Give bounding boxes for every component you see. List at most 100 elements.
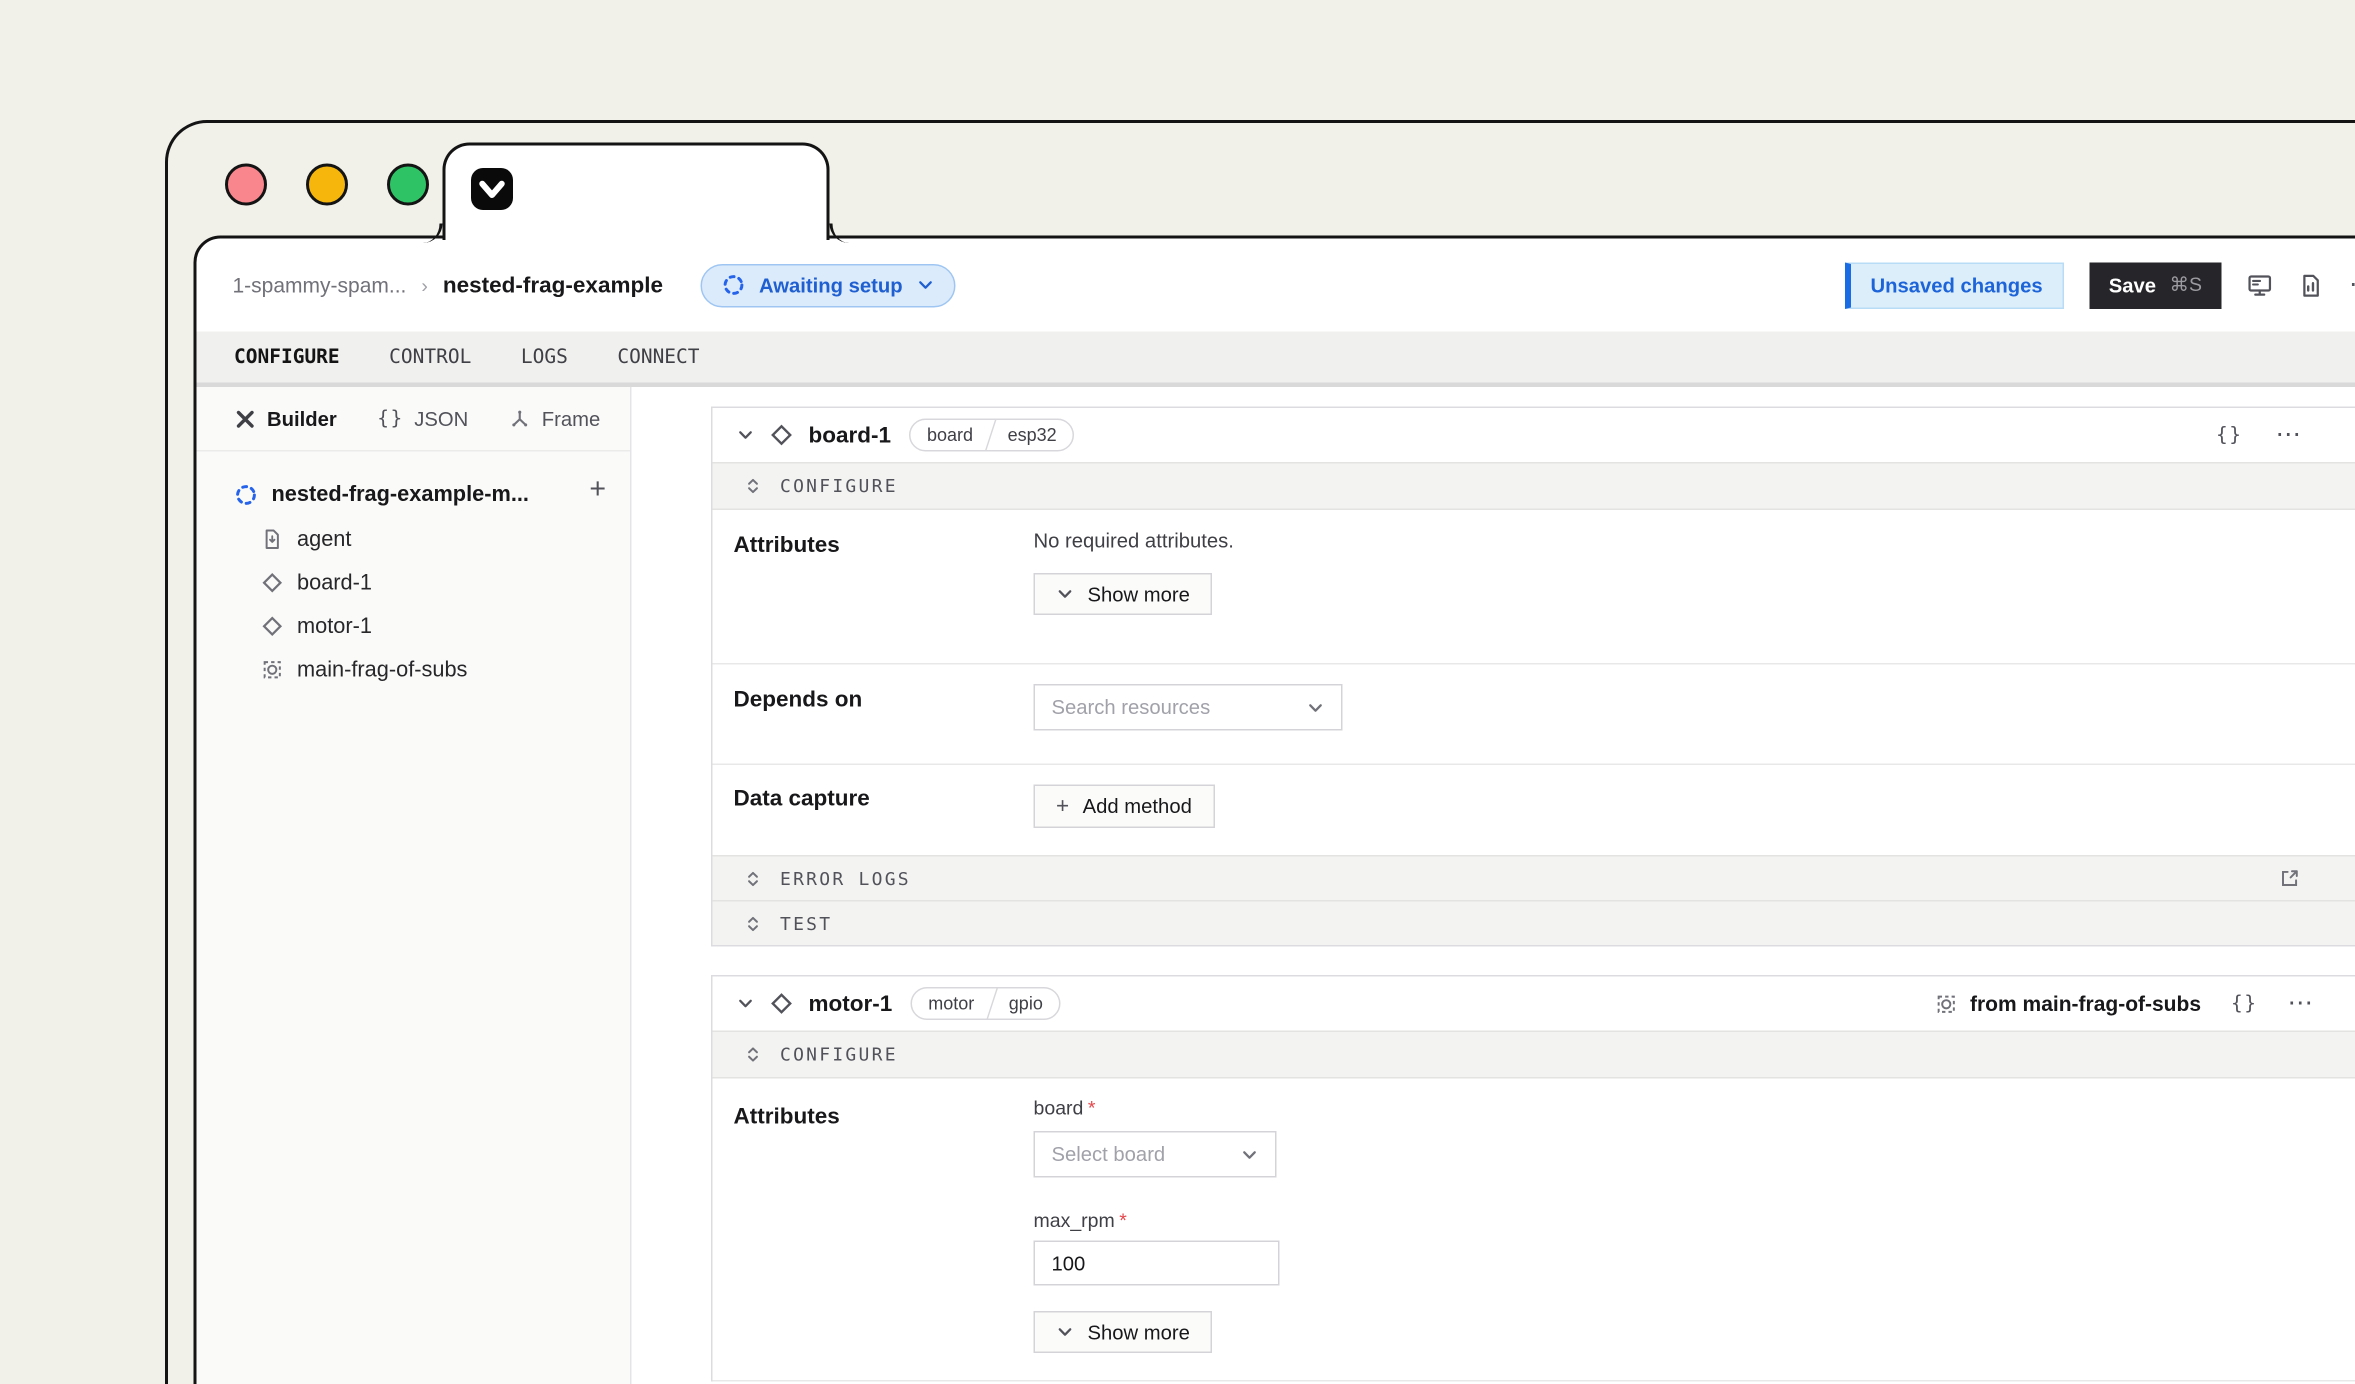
breadcrumb-parent[interactable]: 1-spammy-spam... [233,273,407,297]
save-shortcut: ⌘S [2169,273,2202,297]
add-method-button[interactable]: + Add method [1034,785,1215,829]
board-field-label: board* [1034,1097,1280,1120]
tab-control[interactable]: CONTROL [389,346,471,369]
collapse-chevron-icon[interactable] [737,426,755,444]
browser-tab[interactable] [443,143,830,241]
data-capture-content: + Add method [1034,765,1215,855]
required-asterisk: * [1088,1097,1096,1120]
maximize-window-button[interactable] [387,164,429,206]
collapse-chevron-icon[interactable] [737,995,755,1013]
unfold-icon [743,1044,764,1065]
attributes-label: Attributes [713,1079,1034,1381]
error-logs-label: ERROR LOGS [780,868,911,889]
close-window-button[interactable] [225,164,267,206]
status-badge-label: Awaiting setup [759,274,903,297]
minimize-window-button[interactable] [306,164,348,206]
test-label: TEST [780,913,832,934]
mode-json[interactable]: {} JSON [377,407,468,430]
unfold-icon [743,913,764,934]
tree-item-main-frag-of-subs[interactable]: main-frag-of-subs [197,648,631,692]
add-resource-button[interactable]: + [589,474,606,507]
builder-tools-icon [234,407,257,430]
mode-builder[interactable]: Builder [234,407,337,430]
component-diamond-icon [261,615,284,638]
mode-json-label: JSON [414,407,468,430]
tab-connect[interactable]: CONNECT [617,346,699,369]
field-name: board [1034,1097,1084,1120]
report-file-icon[interactable] [2298,272,2324,298]
awaiting-spinner-icon [234,483,258,507]
component-type-model-tag: motor gpio [910,987,1061,1020]
configure-section-bar[interactable]: CONFIGURE [713,1031,2355,1079]
show-more-label: Show more [1088,583,1190,606]
model-tag: esp32 [991,425,1073,446]
attributes-row: Attributes No required attributes. Show … [713,510,2355,663]
component-name: board-1 [809,422,892,448]
unsaved-changes-label: Unsaved changes [1871,274,2043,297]
tree-item-motor-1[interactable]: motor-1 [197,605,631,649]
json-braces-icon: {} [377,407,403,430]
machine-status-badge[interactable]: Awaiting setup [700,263,955,307]
tab-logs[interactable]: LOGS [521,346,568,369]
tree-root-machine[interactable]: nested-frag-example-m... + [197,473,631,518]
save-label: Save [2109,274,2156,297]
unsaved-changes-button[interactable]: Unsaved changes [1845,262,2064,309]
screenshot-stage: 1-spammy-spam... › nested-frag-example A… [0,0,2355,1384]
open-external-icon[interactable] [2279,867,2302,890]
machine-monitor-icon[interactable] [2247,272,2273,298]
component-diamond-icon [261,572,284,595]
header-actions: Unsaved changes Save ⌘S ⋯ [1845,262,2355,309]
json-braces-icon[interactable]: {} [2216,424,2242,447]
sidebar: Builder {} JSON Frame [197,387,632,1384]
max-rpm-field-label: max_rpm* [1034,1209,1280,1232]
save-button[interactable]: Save ⌘S [2089,262,2221,309]
tree-item-agent[interactable]: agent [197,518,631,562]
more-options-button[interactable]: ⋯ [2349,270,2355,300]
type-tag: motor [912,993,991,1014]
machine-nav-tabs: CONFIGURE CONTROL LOGS CONNECT [197,332,2355,388]
more-options-button[interactable]: ⋯ [2276,420,2305,450]
depends-on-label: Depends on [713,665,1034,764]
awaiting-spinner-icon [721,273,745,297]
select-board-dropdown[interactable]: Select board [1034,1131,1277,1178]
configure-body: Builder {} JSON Frame [197,387,2355,1384]
tree-item-label: board-1 [297,571,372,595]
chevron-down-icon [916,276,934,294]
mode-frame[interactable]: Frame [509,407,601,430]
attributes-content: No required attributes. Show more [1034,510,1234,663]
chevron-down-icon [1056,585,1074,603]
search-resources-placeholder: Search resources [1052,696,1211,719]
tree-item-label: motor-1 [297,614,372,638]
frame-axes-icon [509,407,532,430]
row-divider [713,1380,2355,1382]
model-tag: gpio [992,993,1059,1014]
show-more-button[interactable]: Show more [1034,1311,1213,1353]
data-capture-row: Data capture + Add method [713,765,2355,855]
max-rpm-input[interactable] [1034,1241,1280,1286]
test-section-bar[interactable]: TEST [713,900,2355,945]
json-braces-icon[interactable]: {} [2231,992,2257,1015]
configure-section-bar[interactable]: CONFIGURE [713,462,2355,510]
tree-item-board-1[interactable]: board-1 [197,561,631,605]
show-more-button[interactable]: Show more [1034,573,1213,615]
show-more-label: Show more [1088,1321,1190,1344]
motor-1-header-actions: from main-frag-of-subs {} ⋯ [1936,989,2316,1019]
from-fragment-text: from main-frag-of-subs [1970,992,2201,1016]
more-options-button[interactable]: ⋯ [2288,989,2317,1019]
type-tag: board [911,425,990,446]
depends-on-row: Depends on Search resources [713,665,2355,764]
fragment-source-label: from main-frag-of-subs [1936,992,2202,1016]
config-canvas: board-1 board esp32 {} ⋯ [632,387,2355,1384]
search-resources-select[interactable]: Search resources [1034,684,1343,731]
tab-configure[interactable]: CONFIGURE [234,346,340,369]
agent-file-icon [261,528,284,551]
sidebar-mode-tabs: Builder {} JSON Frame [197,387,631,452]
viam-logo-icon [471,168,513,210]
unfold-icon [743,476,764,497]
fragment-icon [1936,992,1959,1015]
board-1-header: board-1 board esp32 {} ⋯ [713,408,2355,462]
board-1-header-actions: {} ⋯ [2216,420,2304,450]
window-traffic-lights [225,164,429,206]
attributes-label: Attributes [713,510,1034,663]
error-logs-section-bar[interactable]: ERROR LOGS [713,855,2355,900]
